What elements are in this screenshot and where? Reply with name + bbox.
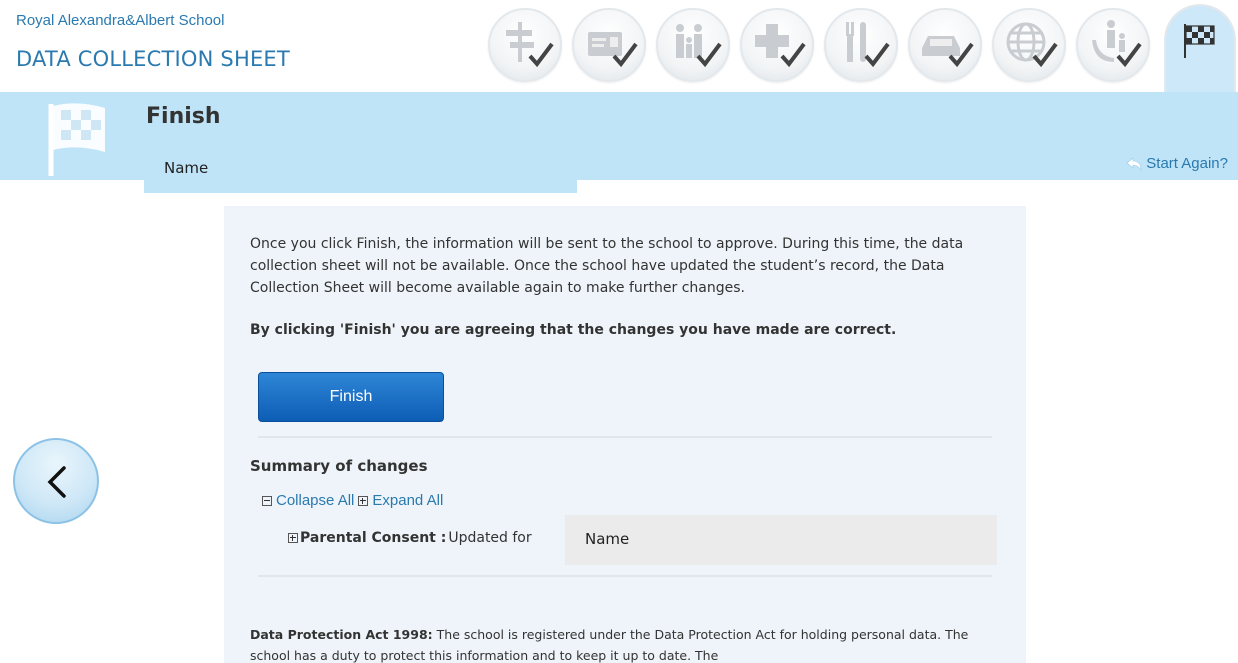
step-signpost[interactable] bbox=[488, 8, 562, 82]
divider bbox=[258, 575, 992, 577]
start-again-label: Start Again? bbox=[1146, 155, 1228, 172]
school-name: Royal Alexandra&Albert School bbox=[16, 12, 225, 29]
step-student-details[interactable] bbox=[572, 8, 646, 82]
checkered-flag-icon bbox=[48, 103, 105, 176]
tree-item-name: Name bbox=[585, 530, 630, 548]
section-heading: Finish bbox=[146, 104, 221, 129]
tree-controls: Collapse All Expand All bbox=[262, 492, 443, 509]
expand-all-link[interactable]: Expand All bbox=[372, 492, 443, 509]
summary-title: Summary of changes bbox=[250, 457, 428, 475]
collapse-all-link[interactable]: Collapse All bbox=[276, 492, 354, 509]
step-navigation bbox=[488, 2, 1238, 96]
step-family[interactable] bbox=[656, 8, 730, 82]
step-medical[interactable] bbox=[740, 8, 814, 82]
finish-button[interactable]: Finish bbox=[258, 372, 444, 422]
medical-cross-icon bbox=[755, 24, 806, 68]
back-button[interactable] bbox=[13, 438, 99, 524]
chevron-left-icon bbox=[47, 466, 66, 498]
id-card-icon bbox=[588, 32, 638, 68]
tree-item-name-box: Name bbox=[565, 515, 997, 565]
student-name: Name bbox=[164, 159, 209, 177]
globe-icon bbox=[1006, 22, 1058, 68]
signpost-icon bbox=[506, 22, 554, 68]
expand-icon bbox=[358, 495, 369, 506]
fork-knife-icon bbox=[846, 22, 890, 68]
divider bbox=[258, 436, 992, 438]
page-title: DATA COLLECTION SHEET bbox=[16, 47, 290, 71]
start-again-link[interactable]: Start Again? bbox=[1125, 155, 1228, 172]
car-icon bbox=[922, 36, 974, 68]
step-languages[interactable] bbox=[992, 8, 1066, 82]
step-dietary[interactable] bbox=[824, 8, 898, 82]
collapse-icon bbox=[262, 495, 272, 506]
checkered-flag-icon bbox=[1184, 24, 1215, 58]
family-icon bbox=[676, 24, 722, 68]
data-protection-notice: Data Protection Act 1998: The school is … bbox=[250, 624, 1010, 663]
expand-icon[interactable] bbox=[288, 533, 298, 543]
tree-item-label: Parental Consent : bbox=[300, 530, 447, 546]
intro-text: Once you click Finish, the information w… bbox=[250, 236, 964, 296]
step-finish-active[interactable] bbox=[1164, 4, 1236, 96]
parent-child-icon bbox=[1092, 20, 1142, 68]
agreement-text: By clicking 'Finish' you are agreeing th… bbox=[250, 322, 897, 338]
tree-item-parental-consent[interactable]: Parental Consent : Updated for bbox=[288, 530, 532, 546]
tree-item-text: Updated for bbox=[448, 530, 532, 546]
dpa-label: Data Protection Act 1998: bbox=[250, 627, 433, 642]
undo-arrow-icon bbox=[1126, 156, 1142, 171]
step-consent[interactable] bbox=[1076, 8, 1150, 82]
step-travel[interactable] bbox=[908, 8, 982, 82]
student-name-box: Name bbox=[144, 143, 577, 193]
